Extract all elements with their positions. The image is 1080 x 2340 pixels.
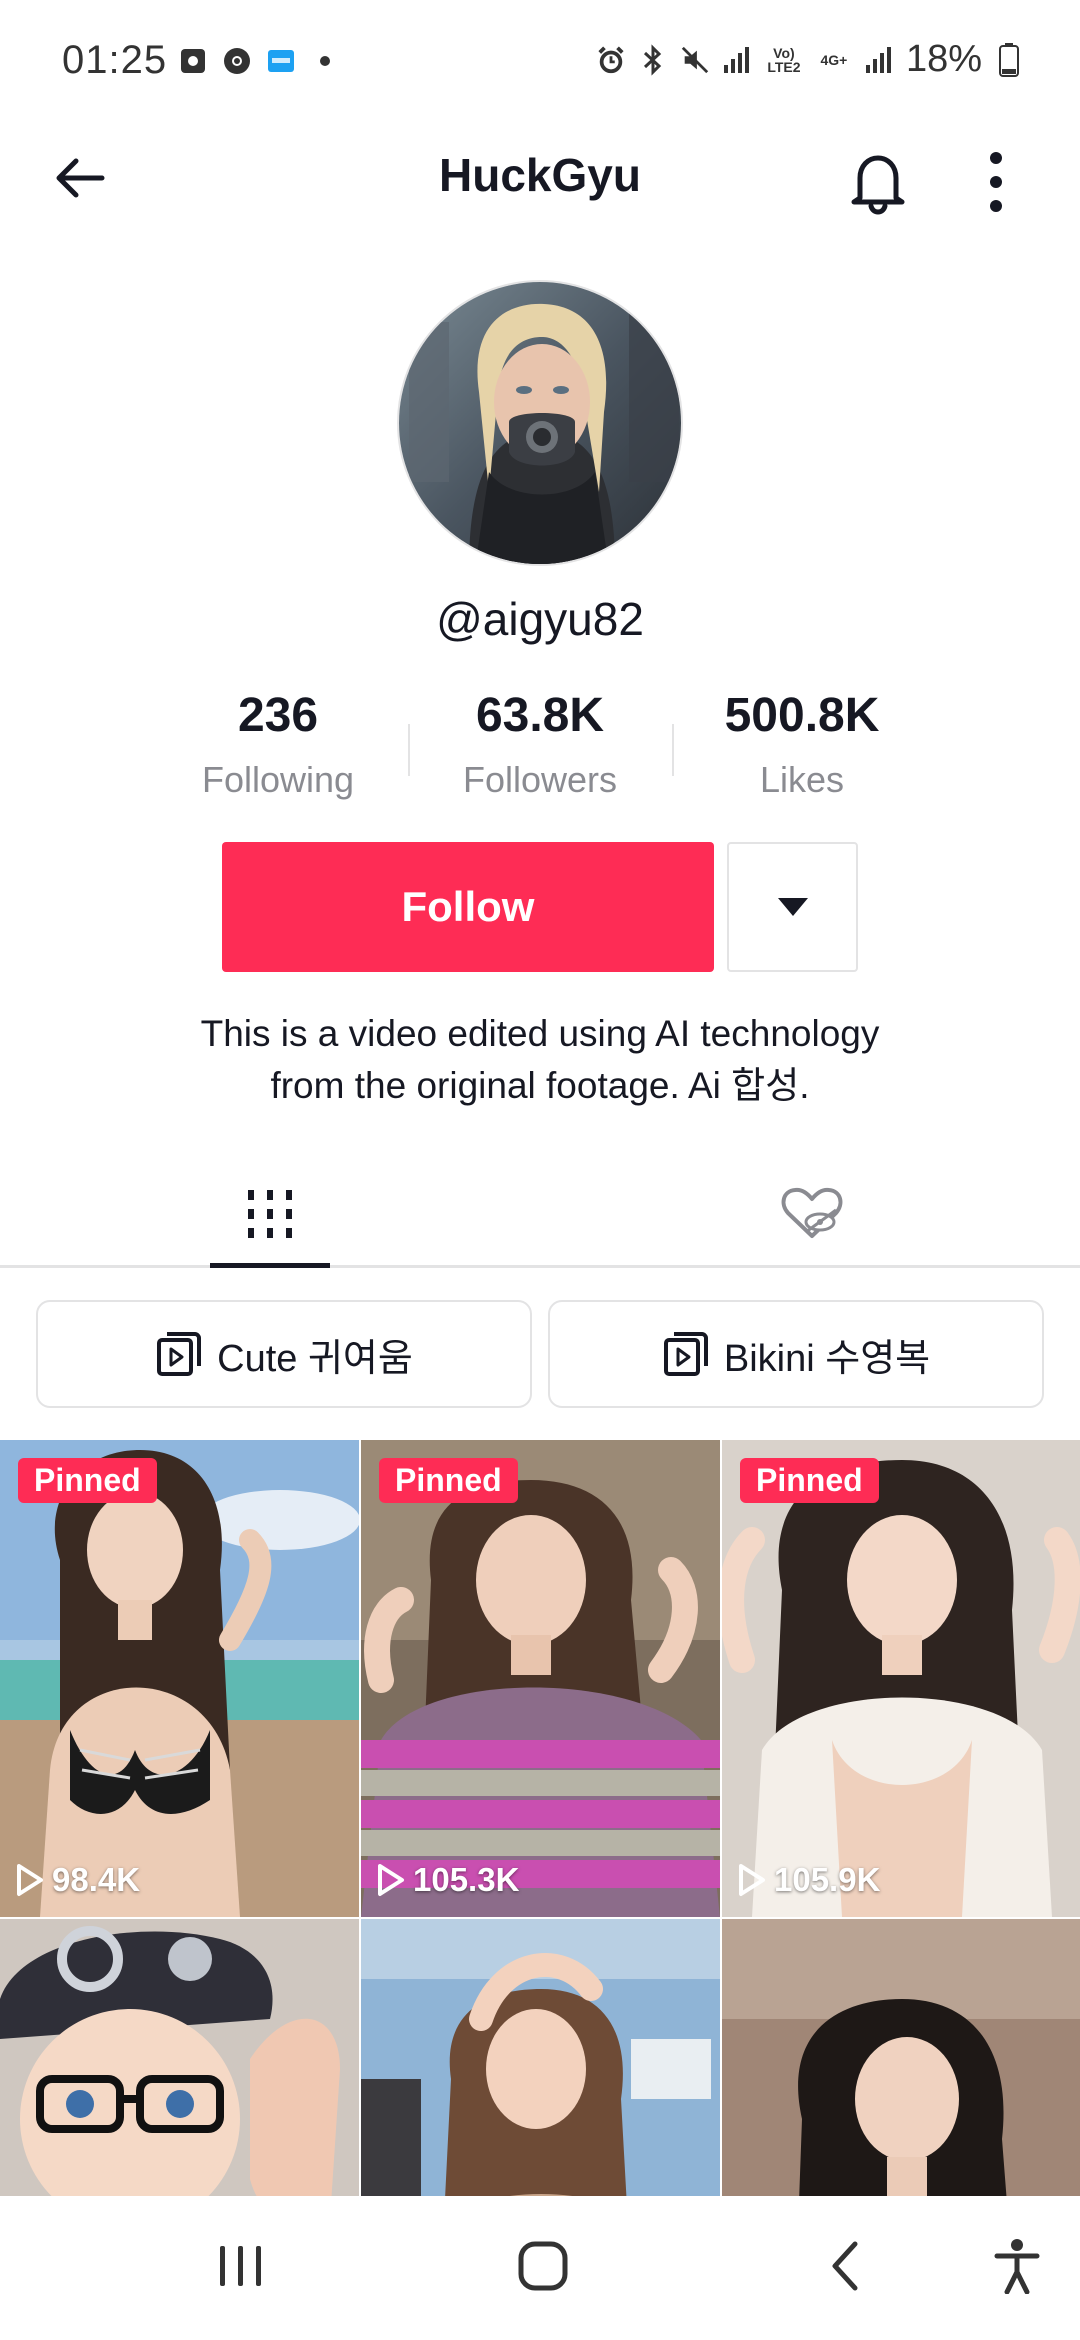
profile-bio: This is a video edited using AI technolo… bbox=[100, 1008, 980, 1112]
profile-stats: 236 Following 63.8K Followers 500.8K Lik… bbox=[140, 688, 940, 808]
playlist-icon bbox=[663, 1332, 708, 1376]
alarm-icon bbox=[596, 45, 626, 75]
view-count-value: 98.4K bbox=[52, 1861, 141, 1898]
thumbnail-image bbox=[0, 1440, 359, 1917]
arrow-left-icon bbox=[56, 158, 105, 198]
recent-apps-button[interactable] bbox=[196, 2226, 286, 2306]
profile-username: @aigyu82 bbox=[436, 593, 644, 645]
screenshot-icon bbox=[178, 46, 208, 76]
thumbnail-image bbox=[361, 1440, 720, 1917]
grid-icon bbox=[248, 1190, 292, 1238]
stat-value: 236 bbox=[237, 689, 319, 742]
view-count: 105.9K bbox=[738, 1861, 880, 1899]
pinned-badge: Pinned bbox=[18, 1458, 157, 1503]
battery-percent: 18% bbox=[905, 38, 982, 80]
notification-icons bbox=[178, 46, 340, 76]
video-thumbnail[interactable] bbox=[361, 1919, 720, 2196]
notification-bell-button[interactable] bbox=[838, 142, 918, 222]
status-time: 01:25 bbox=[62, 38, 168, 82]
video-grid: Pinned 98.4K Pinned 105.3K Pinned 105.9K bbox=[0, 1440, 1080, 2196]
profile-tabs bbox=[0, 1160, 1080, 1268]
avatar[interactable] bbox=[397, 280, 683, 566]
video-thumbnail[interactable] bbox=[0, 1919, 359, 2196]
stat-label: Following bbox=[201, 759, 355, 800]
pinned-badge: Pinned bbox=[740, 1458, 879, 1503]
mute-icon bbox=[680, 45, 710, 75]
tab-videos[interactable] bbox=[210, 1160, 330, 1268]
play-icon bbox=[17, 1864, 43, 1896]
follow-button[interactable]: Follow bbox=[222, 842, 714, 972]
bio-line: from the original footage. Ai 합성. bbox=[270, 1065, 810, 1106]
playlist-label: Bikini 수영복 bbox=[723, 1337, 931, 1380]
bell-icon bbox=[851, 155, 905, 215]
tab-liked[interactable] bbox=[752, 1160, 872, 1268]
thumbnail-image bbox=[0, 1919, 359, 2196]
signal-icon-2 bbox=[864, 45, 894, 75]
stat-following[interactable]: 236 Following bbox=[148, 688, 408, 801]
signal-icon-1 bbox=[722, 45, 752, 75]
more-options-button[interactable] bbox=[960, 142, 1032, 222]
accessibility-icon bbox=[994, 2239, 1040, 2294]
view-count: 98.4K bbox=[16, 1861, 140, 1899]
network-label-1: Vo) LTE2 bbox=[767, 44, 801, 75]
suggested-accounts-button[interactable] bbox=[727, 842, 858, 972]
accessibility-button[interactable] bbox=[972, 2226, 1062, 2306]
stat-value: 63.8K bbox=[475, 689, 605, 742]
recent-apps-icon bbox=[220, 2246, 261, 2286]
chevron-left-icon bbox=[832, 2241, 858, 2291]
status-bar: 01:25 Vo) LTE2 4G+ 18% bbox=[0, 0, 1080, 120]
system-icons: Vo) LTE2 4G+ 18% bbox=[596, 38, 1024, 81]
caret-down-icon bbox=[777, 898, 808, 916]
stat-value: 500.8K bbox=[724, 689, 880, 742]
thumbnail-image bbox=[361, 1919, 720, 2196]
system-nav-bar bbox=[0, 2196, 1080, 2340]
battery-icon bbox=[994, 42, 1024, 77]
page-title: HuckGyu bbox=[439, 149, 641, 201]
video-thumbnail[interactable] bbox=[722, 1919, 1080, 2196]
back-nav-button[interactable] bbox=[800, 2226, 890, 2306]
profile-header: HuckGyu bbox=[0, 120, 1080, 235]
playlist-bikini[interactable]: Bikini 수영복 bbox=[548, 1300, 1044, 1408]
play-icon bbox=[739, 1864, 765, 1896]
active-tab-indicator bbox=[210, 1263, 330, 1268]
stat-followers[interactable]: 63.8K Followers bbox=[410, 688, 670, 801]
heart-hidden-icon bbox=[781, 1187, 843, 1238]
view-count: 105.3K bbox=[377, 1861, 519, 1899]
back-button[interactable] bbox=[44, 142, 116, 214]
thumbnail-image bbox=[722, 1919, 1080, 2196]
bluetooth-icon bbox=[638, 43, 668, 76]
view-count-value: 105.9K bbox=[774, 1861, 881, 1898]
home-button[interactable] bbox=[498, 2226, 588, 2306]
playlist-label: Cute 귀여움 bbox=[217, 1337, 413, 1380]
view-count-value: 105.3K bbox=[413, 1861, 520, 1898]
app-icon bbox=[266, 46, 296, 76]
thumbnail-image bbox=[722, 1440, 1080, 1917]
chrome-icon bbox=[222, 46, 252, 76]
playlists: Cute 귀여움 Bikini 수영복 bbox=[36, 1300, 1044, 1408]
more-vertical-icon bbox=[990, 152, 1002, 212]
playlist-icon bbox=[157, 1332, 202, 1376]
stat-label: Followers bbox=[462, 759, 618, 800]
bio-line: This is a video edited using AI technolo… bbox=[200, 1013, 880, 1054]
video-thumbnail[interactable]: Pinned 105.3K bbox=[361, 1440, 720, 1917]
playlist-cute[interactable]: Cute 귀여움 bbox=[36, 1300, 532, 1408]
stat-label: Likes bbox=[759, 759, 845, 800]
stat-likes[interactable]: 500.8K Likes bbox=[672, 688, 932, 801]
play-icon bbox=[378, 1864, 404, 1896]
home-icon bbox=[518, 2241, 568, 2291]
video-thumbnail[interactable]: Pinned 98.4K bbox=[0, 1440, 359, 1917]
network-label-2: 4G+ bbox=[820, 51, 848, 68]
video-thumbnail[interactable]: Pinned 105.9K bbox=[722, 1440, 1080, 1917]
dot-icon bbox=[310, 46, 340, 76]
pinned-badge: Pinned bbox=[379, 1458, 518, 1503]
